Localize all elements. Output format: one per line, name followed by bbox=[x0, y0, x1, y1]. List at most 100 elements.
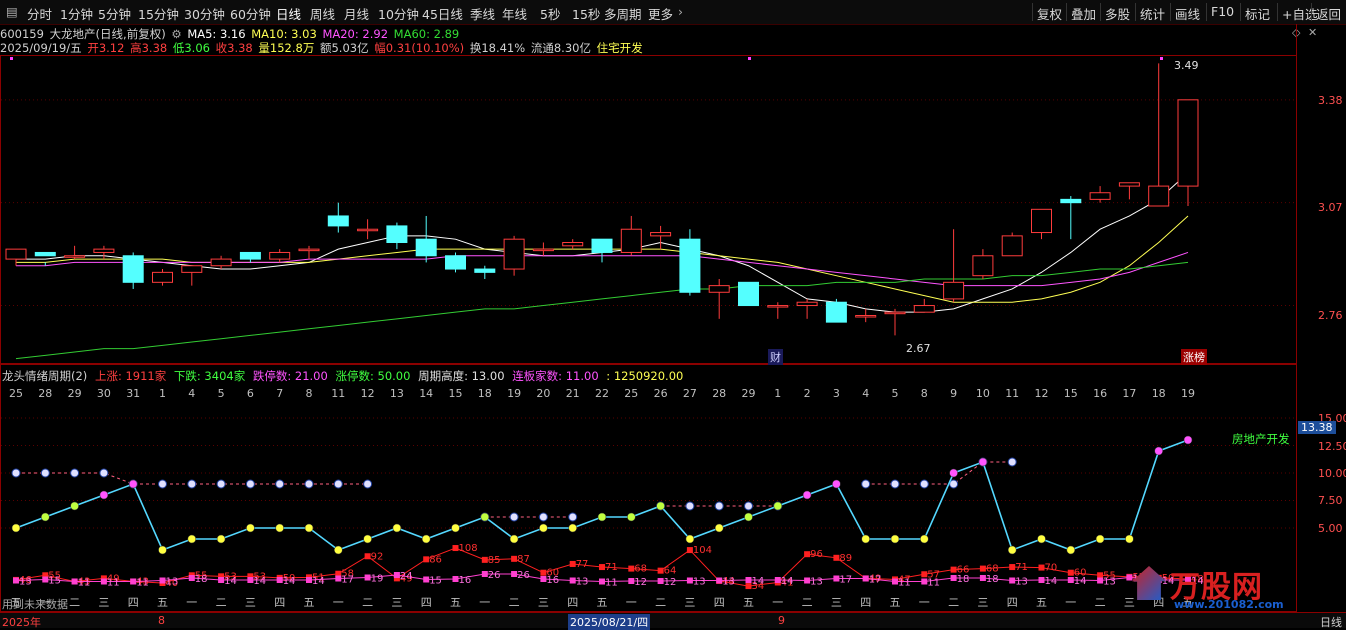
candle[interactable] bbox=[210, 255, 232, 270]
cursor-date-label: 2025/08/21/四 bbox=[568, 614, 651, 630]
consec-value: 14 bbox=[1045, 576, 1058, 587]
watermark-house-icon bbox=[1132, 566, 1166, 600]
candle[interactable] bbox=[474, 265, 496, 279]
sector-label: 房地产开发 bbox=[1232, 432, 1290, 446]
year-label: 2025年 bbox=[2, 616, 41, 629]
weekday-label: 二 bbox=[948, 596, 959, 609]
limitup-value: 108 bbox=[459, 543, 478, 554]
consec-value: 13 bbox=[576, 577, 589, 588]
period-label[interactable]: 日线 bbox=[1320, 614, 1342, 630]
weekday-label: 三 bbox=[684, 596, 695, 609]
candle[interactable] bbox=[93, 245, 115, 260]
finance-tag[interactable]: 财 bbox=[768, 349, 783, 365]
weekday-label: 五 bbox=[450, 596, 461, 609]
indicator-day-label: 28 bbox=[38, 387, 52, 400]
weekday-label: 四 bbox=[567, 596, 578, 609]
candle[interactable] bbox=[5, 248, 27, 266]
consec-value: 16 bbox=[459, 575, 472, 586]
indicator-limit-up: 涨停数: 50.00 bbox=[335, 369, 411, 383]
candle[interactable] bbox=[650, 225, 672, 250]
limitup-value: 96 bbox=[810, 549, 823, 560]
candle[interactable] bbox=[943, 229, 965, 303]
candle[interactable] bbox=[269, 249, 291, 263]
candle[interactable] bbox=[1031, 208, 1052, 240]
candle-body bbox=[357, 228, 379, 232]
candle[interactable] bbox=[884, 308, 906, 336]
price-chart[interactable]: 25 28 29 30 31 1 4 5 6 7 8 11 12 13 14 15 18 19 20 21 22 25 26… bbox=[0, 0, 1346, 627]
candle[interactable] bbox=[532, 242, 554, 256]
candle-body bbox=[64, 255, 86, 258]
candle[interactable] bbox=[415, 215, 437, 263]
candle[interactable] bbox=[796, 298, 818, 319]
cycle-dashed-node bbox=[245, 479, 255, 489]
date-axis: 2025年 8 2025/08/21/四 9 日线 bbox=[0, 612, 1346, 630]
cycle-node bbox=[773, 501, 783, 511]
consec-value: 14 bbox=[224, 576, 237, 587]
consec-value: 11 bbox=[78, 578, 91, 589]
candle[interactable] bbox=[503, 235, 525, 276]
indicator-title[interactable]: 龙头情绪周期(2) bbox=[2, 369, 87, 383]
candle[interactable] bbox=[1148, 63, 1170, 207]
candle[interactable] bbox=[767, 302, 789, 319]
candle[interactable] bbox=[825, 298, 847, 323]
weekday-label: 三 bbox=[538, 596, 549, 609]
indicator-day-label: 7 bbox=[276, 387, 283, 400]
indicator-day-label: 8 bbox=[921, 387, 928, 400]
candle-body bbox=[650, 232, 672, 237]
consec-value: 14 bbox=[312, 576, 325, 587]
candle[interactable] bbox=[913, 298, 935, 313]
indicator-day-label: 8 bbox=[306, 387, 313, 400]
indicator-day-label: 14 bbox=[419, 387, 433, 400]
candle[interactable] bbox=[738, 281, 759, 307]
candle[interactable] bbox=[679, 229, 701, 296]
cycle-node bbox=[656, 501, 665, 511]
candle[interactable] bbox=[298, 245, 320, 260]
candle[interactable] bbox=[386, 222, 408, 250]
candle[interactable] bbox=[64, 245, 86, 260]
consec-value: 17 bbox=[341, 575, 354, 586]
weekday-label: 四 bbox=[128, 596, 139, 609]
candle-body bbox=[796, 301, 818, 307]
cycle-node bbox=[246, 523, 255, 533]
candle[interactable] bbox=[562, 239, 584, 250]
limitup-value: 77 bbox=[576, 559, 589, 570]
cycle-node bbox=[714, 523, 724, 533]
candle[interactable] bbox=[357, 219, 379, 240]
candle[interactable] bbox=[239, 251, 261, 263]
cycle-dashed-node bbox=[538, 512, 548, 522]
candle[interactable] bbox=[972, 249, 994, 279]
cycle-dashed-node bbox=[1007, 457, 1017, 467]
indicator-day-label: 10 bbox=[976, 387, 990, 400]
limitup-value: 64 bbox=[664, 566, 677, 577]
limit-up-tag[interactable]: 涨榜 bbox=[1181, 349, 1207, 365]
candle[interactable] bbox=[855, 308, 877, 323]
candle-body bbox=[152, 271, 173, 283]
cycle-node bbox=[802, 490, 812, 500]
weekday-label: 五 bbox=[743, 596, 754, 609]
candle[interactable] bbox=[181, 265, 203, 286]
candle[interactable] bbox=[620, 215, 642, 256]
indicator-header: 龙头情绪周期(2) 上涨: 1911家 下跌: 3404家 跌停数: 21.00… bbox=[2, 368, 687, 384]
candle[interactable] bbox=[152, 269, 173, 286]
candle[interactable] bbox=[1001, 232, 1023, 257]
cycle-dashed-node bbox=[568, 512, 578, 522]
weekday-label: 三 bbox=[831, 596, 842, 609]
candle[interactable] bbox=[445, 252, 466, 273]
consec-value: 13 bbox=[1015, 577, 1028, 588]
candle[interactable] bbox=[708, 279, 730, 319]
candle[interactable] bbox=[1089, 186, 1111, 203]
cycle-dashed-node bbox=[509, 512, 519, 522]
consec-value: 16 bbox=[546, 575, 559, 586]
candle[interactable] bbox=[122, 252, 144, 289]
candle[interactable] bbox=[591, 238, 613, 263]
weekday-label: 一 bbox=[772, 596, 783, 609]
candle-body bbox=[943, 281, 965, 300]
candle[interactable] bbox=[327, 202, 349, 233]
cycle-node bbox=[744, 512, 753, 522]
candle-body bbox=[708, 285, 730, 293]
candle[interactable] bbox=[1177, 99, 1199, 206]
consec-value: 17 bbox=[869, 575, 882, 586]
candle[interactable] bbox=[1118, 182, 1140, 200]
indicator-day-label: 19 bbox=[1181, 387, 1195, 400]
candle[interactable] bbox=[1060, 196, 1082, 240]
